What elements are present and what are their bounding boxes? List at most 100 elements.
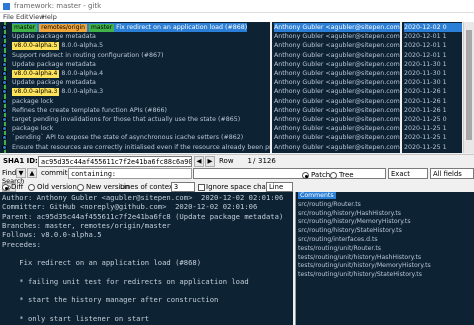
menu-file[interactable]: File <box>3 13 14 21</box>
commit-row[interactable]: package lock <box>12 97 53 106</box>
file-entry[interactable]: Comments <box>298 192 336 199</box>
file-list-pane[interactable]: Comments src/routing/Router.ts src/routing… <box>295 192 474 325</box>
author-cell[interactable]: Anthony Gubler <agubler@sitepen.com> <box>274 32 400 41</box>
commit-dot[interactable] <box>2 117 7 122</box>
commit-list-scrollbar[interactable] <box>463 22 474 153</box>
date-cell[interactable]: 2020-11-25 1 <box>404 124 462 133</box>
author-cell[interactable]: Anthony Gubler <agubler@sitepen.com> <box>274 41 400 50</box>
commit-row[interactable]: `pending` API to expose the state of asy… <box>12 133 243 142</box>
commit-dot[interactable] <box>2 126 7 132</box>
menu-edit[interactable]: Edit <box>16 13 29 21</box>
diff-view[interactable]: Author: Anthony Gubler <agubler@sitepen.… <box>0 192 293 325</box>
author-cell[interactable]: Anthony Gubler <agubler@sitepen.com> <box>274 78 400 87</box>
commit-dot[interactable] <box>2 107 7 113</box>
author-cell[interactable]: Anthony Gubler <agubler@sitepen.com> <box>274 51 400 60</box>
author-cell[interactable]: Anthony Gubler <agubler@sitepen.com> <box>274 87 400 96</box>
ref-tag[interactable]: master <box>89 24 115 32</box>
old-version-radio[interactable] <box>28 184 35 191</box>
file-entry[interactable]: tests/routing/unit/history/StateHistory.… <box>298 271 422 278</box>
author-cell[interactable]: Anthony Gubler <agubler@sitepen.com> <box>274 97 400 106</box>
ref-tag[interactable]: v8.0.0-alpha.3 <box>12 88 60 97</box>
commit-row[interactable]: v8.0.0-alpha.3 8.0.0-alpha.3 <box>12 87 103 97</box>
date-cell[interactable]: 2020-11-26 1 <box>404 106 462 115</box>
sha-id-field[interactable]: ac95d35c44af455611c7f2e41ba6fc88c6a90dca <box>38 156 192 167</box>
diff-line: Branches: master, remotes/origin/master <box>2 220 171 230</box>
file-entry[interactable]: src/routing/Router.ts <box>298 201 361 208</box>
date-cell[interactable]: 2020-11-25 1 <box>404 143 462 152</box>
commit-subject: Fix redirect on an application load (#86… <box>116 24 248 31</box>
diff-line: * start the history manager after constr… <box>2 295 219 305</box>
commit-dot[interactable] <box>2 135 7 141</box>
date-cell[interactable]: 2020-12-01 1 <box>404 32 462 41</box>
commit-dot[interactable] <box>2 34 7 40</box>
tree-radio[interactable] <box>330 172 337 179</box>
author-cell[interactable]: Anthony Gubler <agubler@sitepen.com> <box>274 143 400 152</box>
commit-row[interactable]: Support redirect in routing configuratio… <box>12 51 163 60</box>
ref-tag[interactable]: v8.0.0-alpha.4 <box>12 70 60 78</box>
date-cell[interactable]: 2020-11-26 1 <box>404 87 462 96</box>
sha-label: SHA1 ID: <box>3 157 38 165</box>
date-cell[interactable]: 2020-12-01 1 <box>404 51 462 60</box>
author-cell[interactable]: Anthony Gubler <agubler@sitepen.com> <box>274 115 400 124</box>
ref-tag[interactable]: remotes/origin <box>39 24 87 32</box>
back-arrow-icon[interactable]: ◀ <box>194 156 204 167</box>
file-entry[interactable]: src/routing/history/StateHistory.ts <box>298 227 402 234</box>
commit-dot[interactable] <box>2 98 7 104</box>
context-spinbox[interactable]: 3 <box>171 182 195 192</box>
author-cell[interactable]: Anthony Gubler <agubler@sitepen.com> <box>274 69 400 78</box>
author-cell[interactable]: Anthony Gubler <agubler@sitepen.com> <box>274 23 400 33</box>
commit-dot[interactable] <box>2 71 7 76</box>
menu-help[interactable]: Help <box>42 13 57 21</box>
commit-dot[interactable] <box>2 80 7 86</box>
ref-tag[interactable]: master <box>12 24 38 32</box>
date-cell[interactable]: 2020-11-26 1 <box>404 97 462 106</box>
forward-arrow-icon[interactable]: ▶ <box>205 156 215 167</box>
commit-row[interactable]: package lock <box>12 124 53 133</box>
date-cell[interactable]: 2020-12-02 0 <box>404 23 462 33</box>
date-pane[interactable]: 2020-12-02 0 2020-12-01 1 2020-12-01 1 2020… <box>402 22 462 153</box>
date-cell[interactable]: 2020-12-01 1 <box>404 41 462 50</box>
commit-row[interactable]: Update package metadata <box>12 32 96 41</box>
commit-row[interactable]: master remotes/origin master Fix redirect o… <box>12 23 248 33</box>
new-version-radio[interactable] <box>77 184 84 191</box>
diff-line: Committer: GitHub <noreply@github.com> 2… <box>2 202 258 212</box>
file-entry[interactable]: src/routing/history/HashHistory.ts <box>298 210 401 217</box>
commit-subject: Refines the create template function API… <box>12 106 168 114</box>
file-entry[interactable]: tests/routing/unit/history/HashHistory.t… <box>298 254 421 261</box>
date-cell[interactable]: 2020-11-25 0 <box>404 115 462 124</box>
commit-row[interactable]: Update package metadata <box>12 60 96 69</box>
file-entry[interactable]: tests/routing/unit/history/MemoryHistory… <box>298 262 431 269</box>
date-cell[interactable]: 2020-11-30 1 <box>404 78 462 87</box>
file-entry[interactable]: src/routing/interfaces.d.ts <box>298 236 378 243</box>
commit-dot[interactable] <box>2 61 7 67</box>
commit-row[interactable]: Refines the create template function API… <box>12 106 167 115</box>
author-cell[interactable]: Anthony Gubler <agubler@sitepen.com> <box>274 124 400 133</box>
file-entry[interactable]: tests/routing/unit/Router.ts <box>298 245 381 252</box>
commit-row[interactable]: v8.0.0-alpha.4 8.0.0-alpha.4 <box>12 69 103 78</box>
ignore-space-checkbox[interactable] <box>198 184 205 191</box>
author-cell[interactable]: Anthony Gubler <agubler@sitepen.com> <box>274 106 400 115</box>
author-cell[interactable]: Anthony Gubler <agubler@sitepen.com> <box>274 60 400 69</box>
commit-dot[interactable] <box>2 144 7 150</box>
diff-line: Precedes: <box>2 239 41 249</box>
line-mode-select[interactable]: Line <box>266 182 293 192</box>
date-cell[interactable]: 2020-11-30 1 <box>404 69 462 78</box>
file-entry[interactable]: src/routing/history/MemoryHistory.ts <box>298 218 411 225</box>
scrollbar-thumb[interactable] <box>466 30 472 140</box>
commit-graph-pane[interactable]: master remotes/origin master Fix redirect o… <box>0 22 270 153</box>
patch-radio[interactable] <box>302 172 309 179</box>
ref-tag[interactable]: v8.0.0-alpha.5 <box>12 42 60 51</box>
commit-row[interactable]: v8.0.0-alpha.5 8.0.0-alpha.5 <box>12 41 103 51</box>
commit-row[interactable]: Ensure that resources are correctly init… <box>12 143 270 152</box>
author-cell[interactable]: Anthony Gubler <agubler@sitepen.com> <box>274 133 400 142</box>
commit-row[interactable]: Update package metadata <box>12 78 96 87</box>
commit-dot[interactable] <box>2 89 7 95</box>
commit-dot[interactable] <box>2 43 7 49</box>
diff-radio[interactable] <box>2 184 9 191</box>
commit-dot[interactable] <box>2 52 7 58</box>
commit-dot[interactable] <box>2 25 7 30</box>
date-cell[interactable]: 2020-11-30 1 <box>404 60 462 69</box>
author-pane[interactable]: Anthony Gubler <agubler@sitepen.com> Anth… <box>272 22 400 153</box>
date-cell[interactable]: 2020-11-25 1 <box>404 133 462 142</box>
commit-row[interactable]: target pending invalidations for those t… <box>12 115 240 124</box>
